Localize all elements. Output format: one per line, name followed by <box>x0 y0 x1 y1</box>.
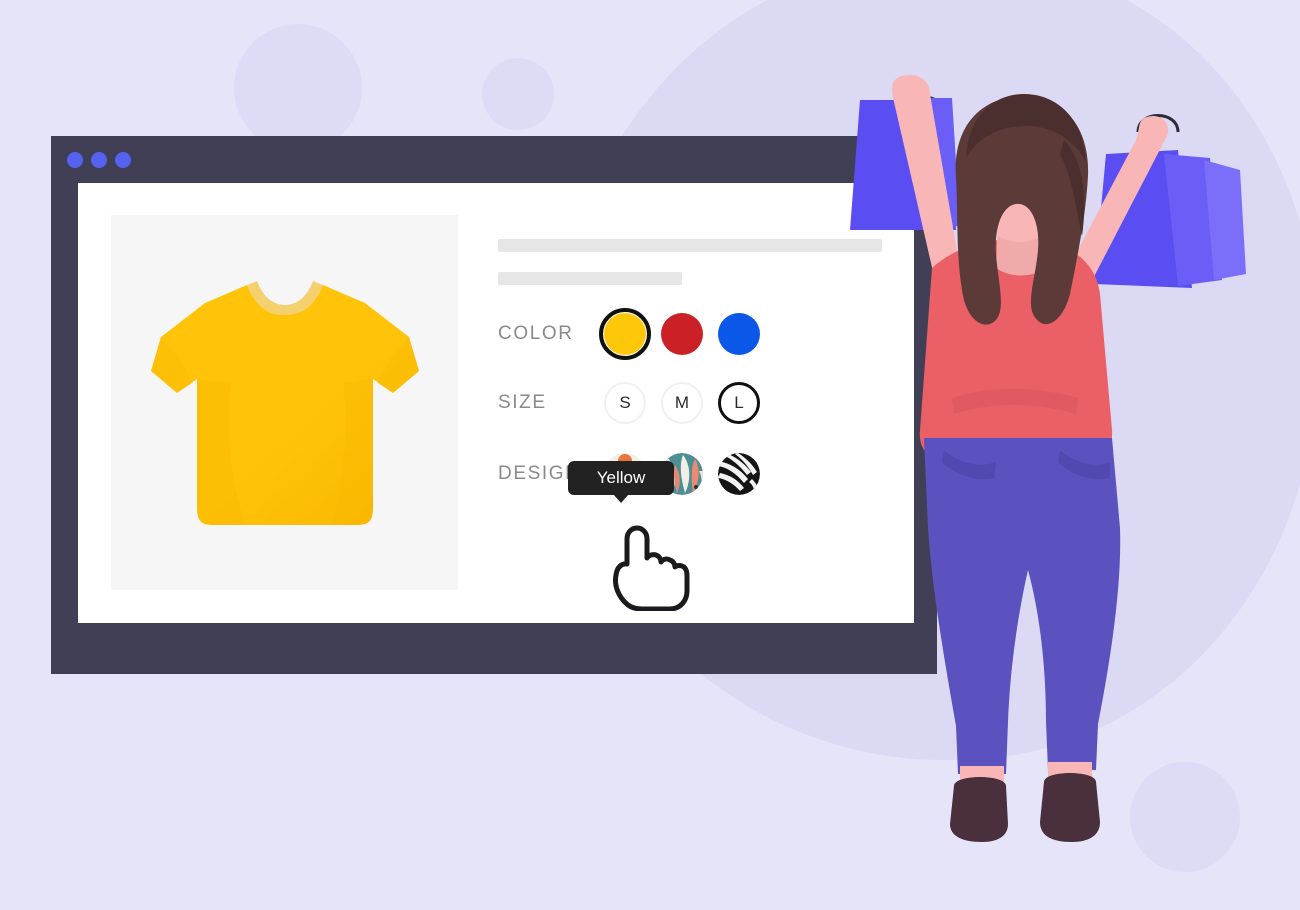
zebra-pattern-icon <box>718 453 760 495</box>
window-minimize-dot[interactable] <box>91 152 107 168</box>
size-label: SIZE <box>498 392 547 413</box>
tooltip-label: Yellow <box>596 468 646 487</box>
background-circle-large <box>234 24 362 152</box>
product-detail: COLOR SIZE S M L DESIGN <box>78 183 914 623</box>
size-option-row: SIZE S M L <box>498 382 760 424</box>
pointing-hand-cursor <box>613 525 690 611</box>
window-maximize-dot[interactable] <box>115 152 131 168</box>
window-title-bar <box>51 136 937 183</box>
screenshot-canvas: COLOR SIZE S M L DESIGN Yellow <box>0 0 1300 910</box>
color-label: COLOR <box>498 323 574 344</box>
size-swatch-l[interactable]: L <box>718 382 760 424</box>
size-swatch-group: S M L <box>604 382 760 424</box>
background-circle-small <box>482 58 554 130</box>
color-tooltip: Yellow <box>568 461 674 503</box>
size-swatch-s[interactable]: S <box>604 382 646 424</box>
window-close-dot[interactable] <box>67 152 83 168</box>
color-swatch-red[interactable] <box>661 313 703 355</box>
product-text-placeholders <box>498 239 898 285</box>
product-subtitle-placeholder <box>498 272 682 285</box>
browser-window: COLOR SIZE S M L DESIGN <box>51 136 937 674</box>
color-swatch-yellow[interactable] <box>599 308 651 360</box>
woman-with-shopping-bags-illustration <box>850 74 1246 842</box>
tooltip-arrow-icon <box>613 494 629 503</box>
product-image-panel <box>111 215 458 590</box>
window-controls <box>67 152 131 168</box>
design-swatch-zebra[interactable] <box>718 453 760 495</box>
tshirt-image <box>150 280 419 525</box>
selected-ring-icon <box>599 308 651 360</box>
size-swatch-m[interactable]: M <box>661 382 703 424</box>
page-content: COLOR SIZE S M L DESIGN <box>78 183 914 623</box>
color-swatch-blue[interactable] <box>718 313 760 355</box>
color-swatch-group <box>599 308 760 360</box>
product-title-placeholder <box>498 239 882 252</box>
color-option-row: COLOR <box>498 308 760 360</box>
